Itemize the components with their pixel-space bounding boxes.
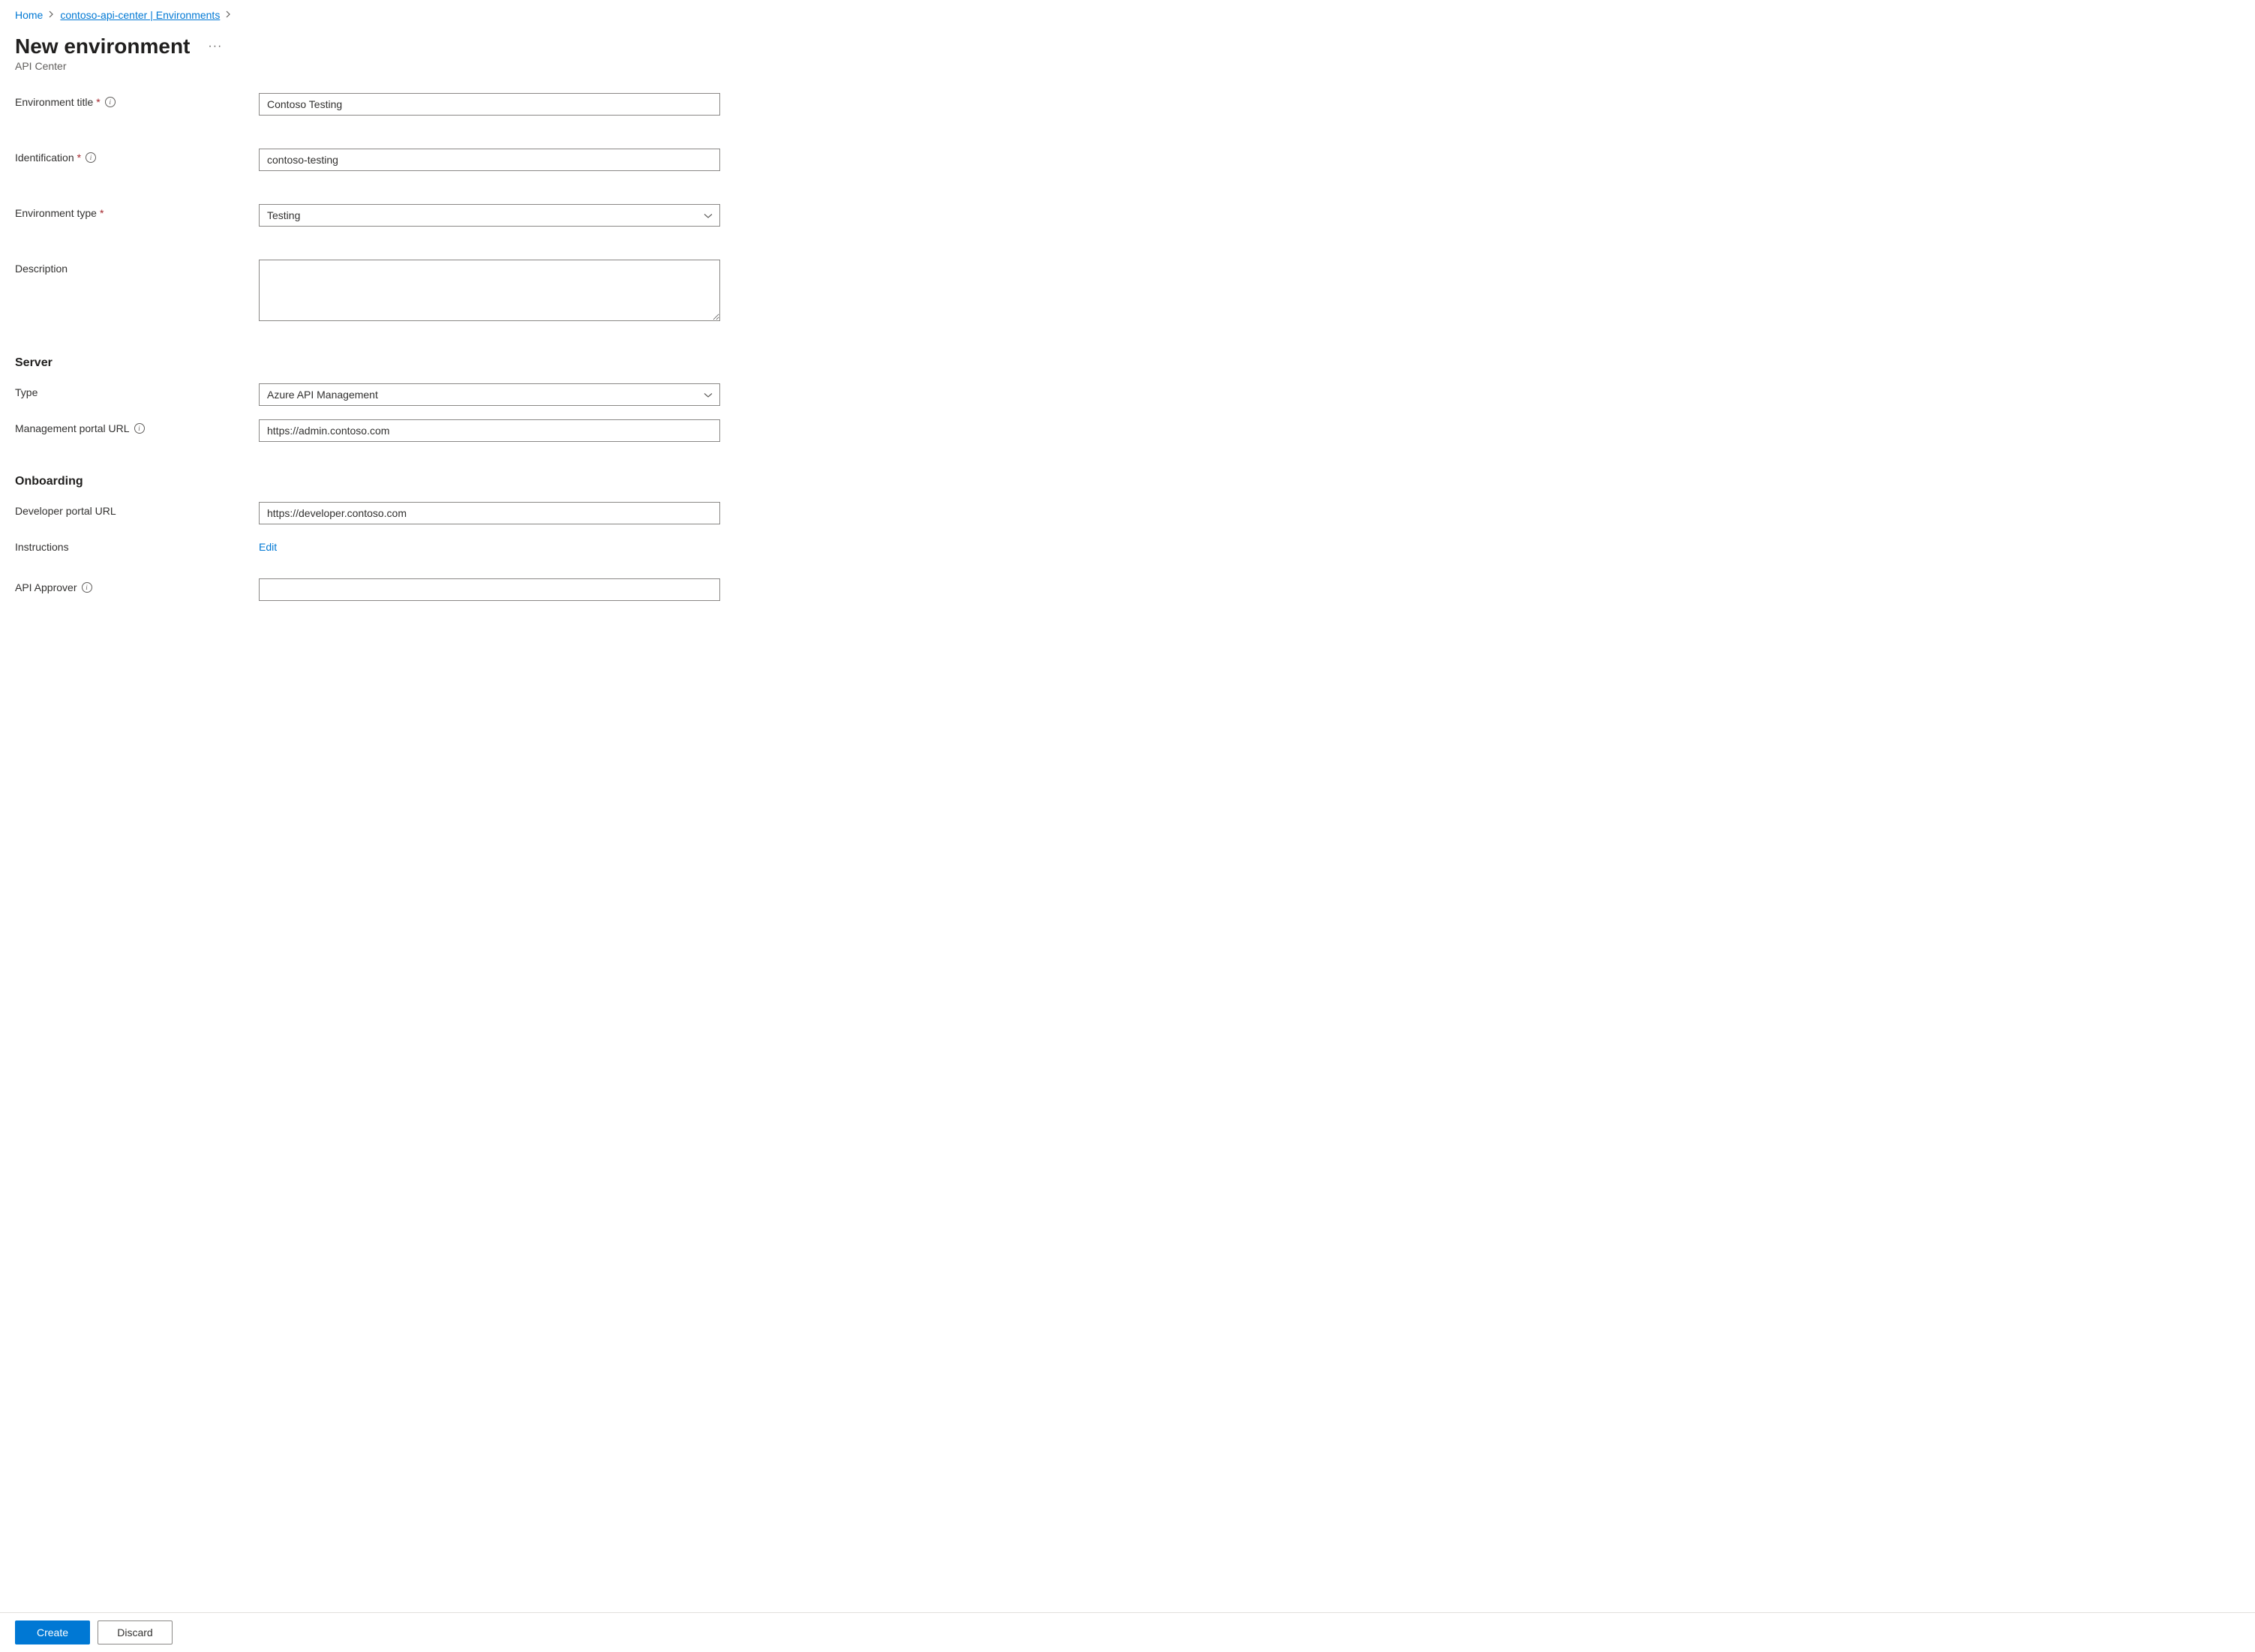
required-indicator: * bbox=[77, 152, 81, 164]
description-textarea[interactable] bbox=[259, 260, 720, 321]
required-indicator: * bbox=[100, 207, 104, 219]
instructions-label: Instructions bbox=[15, 538, 259, 553]
environment-type-select[interactable]: Testing bbox=[259, 204, 720, 227]
info-icon[interactable]: i bbox=[82, 582, 92, 593]
page-title: New environment bbox=[15, 35, 190, 59]
info-icon[interactable]: i bbox=[105, 97, 116, 107]
developer-portal-url-input[interactable] bbox=[259, 502, 720, 524]
description-label: Description bbox=[15, 260, 259, 275]
server-type-select[interactable]: Azure API Management bbox=[259, 383, 720, 406]
api-approver-input[interactable] bbox=[259, 578, 720, 601]
server-type-label: Type bbox=[15, 383, 259, 398]
environment-title-input[interactable] bbox=[259, 93, 720, 116]
developer-portal-url-label: Developer portal URL bbox=[15, 502, 259, 517]
environment-type-label: Environment type * bbox=[15, 204, 259, 219]
identification-input[interactable] bbox=[259, 149, 720, 171]
edit-instructions-button[interactable]: Edit bbox=[259, 538, 277, 556]
breadcrumb: Home contoso-api-center | Environments bbox=[15, 9, 2240, 21]
create-button[interactable]: Create bbox=[15, 1620, 90, 1644]
onboarding-section-heading: Onboarding bbox=[15, 475, 2240, 488]
more-actions-button[interactable]: ··· bbox=[205, 37, 225, 56]
footer-bar: Create Discard bbox=[0, 1612, 2255, 1652]
breadcrumb-home[interactable]: Home bbox=[15, 9, 43, 21]
management-portal-url-input[interactable] bbox=[259, 419, 720, 442]
identification-label: Identification * i bbox=[15, 149, 259, 164]
environment-title-label: Environment title * i bbox=[15, 93, 259, 108]
server-section-heading: Server bbox=[15, 356, 2240, 370]
chevron-right-icon bbox=[49, 11, 54, 20]
breadcrumb-resource[interactable]: contoso-api-center | Environments bbox=[60, 9, 220, 21]
info-icon[interactable]: i bbox=[86, 152, 96, 163]
chevron-right-icon bbox=[226, 11, 231, 20]
required-indicator: * bbox=[96, 96, 100, 108]
management-portal-url-label: Management portal URL i bbox=[15, 419, 259, 434]
info-icon[interactable]: i bbox=[134, 423, 145, 434]
api-approver-label: API Approver i bbox=[15, 578, 259, 593]
page-subtitle: API Center bbox=[15, 60, 2240, 72]
discard-button[interactable]: Discard bbox=[98, 1620, 173, 1644]
